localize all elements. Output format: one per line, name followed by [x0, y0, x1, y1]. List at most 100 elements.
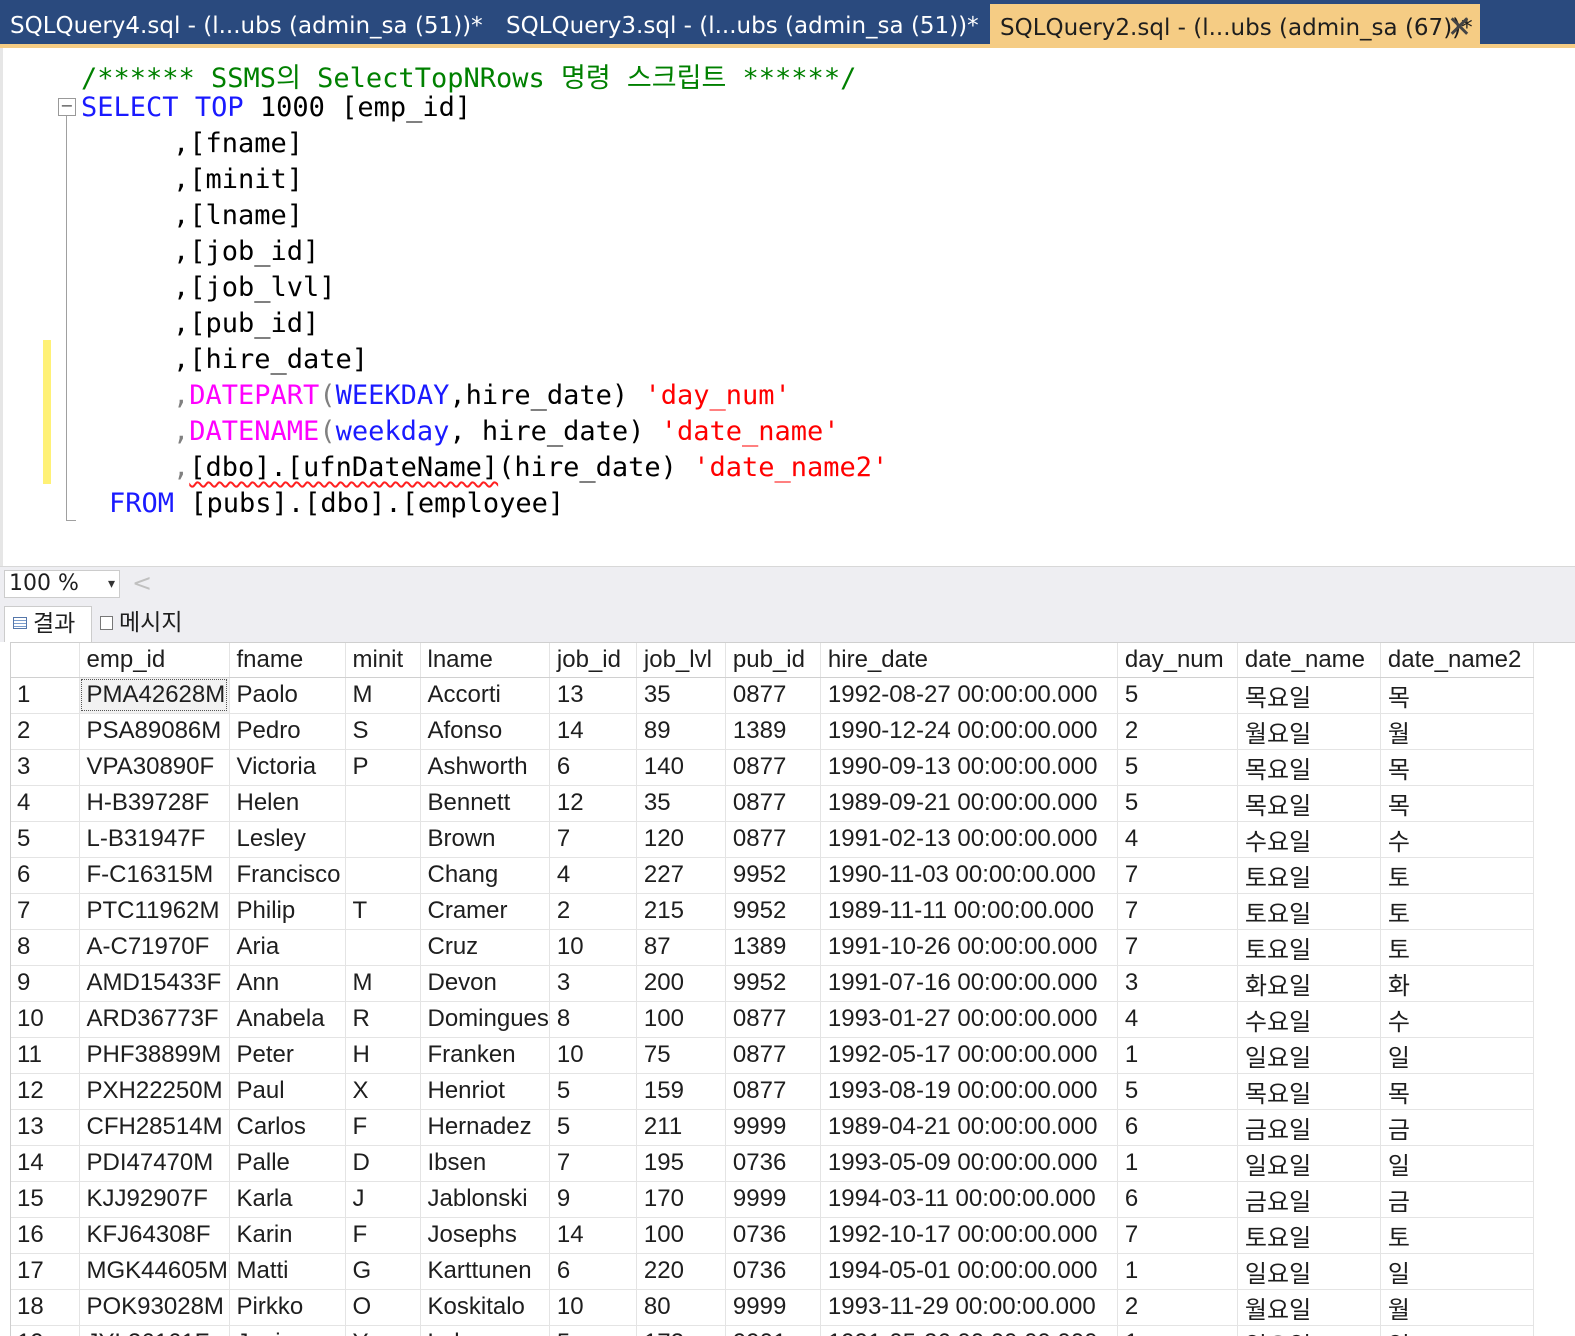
cell-emp-id[interactable]: PHF38899M: [79, 1037, 230, 1074]
cell-date-name[interactable]: 토요일: [1237, 857, 1381, 894]
cell-day-num[interactable]: 7: [1117, 1217, 1238, 1254]
cell-date-name2[interactable]: 일: [1380, 1037, 1534, 1074]
cell-minit[interactable]: [345, 857, 421, 894]
cell-job-lvl[interactable]: 140: [636, 749, 726, 786]
cell-job-id[interactable]: 13: [549, 677, 637, 714]
row-number[interactable]: 2: [11, 713, 80, 750]
cell-date-name2[interactable]: 토: [1380, 1217, 1534, 1254]
cell-job-id[interactable]: 12: [549, 785, 637, 822]
cell-day-num[interactable]: 3: [1117, 965, 1238, 1002]
row-number[interactable]: 4: [11, 785, 80, 822]
cell-emp-id[interactable]: L-B31947F: [79, 821, 230, 858]
table-row[interactable]: 12 PXH22250M Paul X Henriot 5 159 0877 1993-08-1…: [11, 1073, 1534, 1110]
cell-lname[interactable]: Franken: [420, 1037, 550, 1074]
cell-minit[interactable]: O: [345, 1289, 421, 1326]
cell-emp-id[interactable]: H-B39728F: [79, 785, 230, 822]
table-row[interactable]: 13 CFH28514M Carlos F Hernadez 5 211 9999 1989-0…: [11, 1109, 1534, 1146]
cell-hire-date[interactable]: 1994-05-01 00:00:00.000: [820, 1253, 1118, 1290]
cell-job-lvl[interactable]: 80: [636, 1289, 726, 1326]
cell-hire-date[interactable]: 1994-03-11 00:00:00.000: [820, 1181, 1118, 1218]
cell-pub-id[interactable]: 9901: [725, 1325, 821, 1336]
cell-job-lvl[interactable]: 195: [636, 1145, 726, 1182]
cell-fname[interactable]: Pirkko: [229, 1289, 346, 1326]
cell-minit[interactable]: S: [345, 713, 421, 750]
cell-fname[interactable]: Helen: [229, 785, 346, 822]
cell-date-name[interactable]: 토요일: [1237, 893, 1381, 930]
tab-messages[interactable]: 메시지: [92, 606, 196, 642]
cell-job-id[interactable]: 5: [549, 1325, 637, 1336]
cell-day-num[interactable]: 6: [1117, 1181, 1238, 1218]
table-row[interactable]: 1 PMA42628M Paolo M Accorti 13 35 0877 1992-08-2…: [11, 677, 1534, 714]
row-number[interactable]: 7: [11, 893, 80, 930]
cell-pub-id[interactable]: 0877: [725, 1073, 821, 1110]
cell-job-id[interactable]: 14: [549, 713, 637, 750]
cell-day-num[interactable]: 4: [1117, 821, 1238, 858]
cell-minit[interactable]: R: [345, 1001, 421, 1038]
cell-day-num[interactable]: 1: [1117, 1325, 1238, 1336]
tab-sqlquery3[interactable]: SQLQuery3.sql - (l...ubs (admin_sa (51))…: [496, 0, 986, 48]
cell-lname[interactable]: Domingues: [420, 1001, 550, 1038]
cell-job-lvl[interactable]: 89: [636, 713, 726, 750]
row-number[interactable]: 5: [11, 821, 80, 858]
cell-pub-id[interactable]: 1389: [725, 713, 821, 750]
row-number[interactable]: 18: [11, 1289, 80, 1326]
cell-pub-id[interactable]: 0877: [725, 785, 821, 822]
table-row[interactable]: 11 PHF38899M Peter H Franken 10 75 0877 1992-05-…: [11, 1037, 1534, 1074]
column-header-job-id[interactable]: job_id: [549, 643, 637, 678]
cell-date-name2[interactable]: 목: [1380, 1073, 1534, 1110]
column-header-job-lvl[interactable]: job_lvl: [636, 643, 726, 678]
cell-minit[interactable]: M: [345, 677, 421, 714]
cell-lname[interactable]: Karttunen: [420, 1253, 550, 1290]
cell-fname[interactable]: Paul: [229, 1073, 346, 1110]
cell-minit[interactable]: T: [345, 893, 421, 930]
cell-hire-date[interactable]: 1990-11-03 00:00:00.000: [820, 857, 1118, 894]
cell-job-lvl[interactable]: 220: [636, 1253, 726, 1290]
cell-pub-id[interactable]: 1389: [725, 929, 821, 966]
cell-hire-date[interactable]: 1991-07-16 00:00:00.000: [820, 965, 1118, 1002]
cell-job-lvl[interactable]: 170: [636, 1181, 726, 1218]
cell-date-name[interactable]: 수요일: [1237, 1001, 1381, 1038]
cell-minit[interactable]: D: [345, 1145, 421, 1182]
cell-hire-date[interactable]: 1989-04-21 00:00:00.000: [820, 1109, 1118, 1146]
cell-job-lvl[interactable]: 172: [636, 1325, 726, 1336]
cell-job-id[interactable]: 14: [549, 1217, 637, 1254]
cell-date-name2[interactable]: 토: [1380, 929, 1534, 966]
cell-job-lvl[interactable]: 120: [636, 821, 726, 858]
cell-date-name[interactable]: 일요일: [1237, 1253, 1381, 1290]
column-header-date-name[interactable]: date_name: [1237, 643, 1381, 678]
cell-day-num[interactable]: 5: [1117, 1073, 1238, 1110]
row-number[interactable]: 19: [11, 1325, 80, 1336]
cell-emp-id[interactable]: POK93028M: [79, 1289, 230, 1326]
cell-lname[interactable]: Cramer: [420, 893, 550, 930]
cell-job-lvl[interactable]: 227: [636, 857, 726, 894]
cell-pub-id[interactable]: 0877: [725, 821, 821, 858]
sql-editor[interactable]: − /****** SSMS의 SelectTopNRows 명령 스크립트 *…: [0, 48, 1575, 566]
cell-day-num[interactable]: 4: [1117, 1001, 1238, 1038]
table-row[interactable]: 2 PSA89086M Pedro S Afonso 14 89 1389 1990-12-24…: [11, 713, 1534, 750]
table-row[interactable]: 18 POK93028M Pirkko O Koskitalo 10 80 9999 1993-…: [11, 1289, 1534, 1326]
cell-lname[interactable]: Josephs: [420, 1217, 550, 1254]
cell-emp-id[interactable]: KFJ64308F: [79, 1217, 230, 1254]
row-number[interactable]: 1: [11, 677, 80, 714]
cell-minit[interactable]: P: [345, 749, 421, 786]
cell-minit[interactable]: G: [345, 1253, 421, 1290]
column-header-emp-id[interactable]: emp_id: [79, 643, 230, 678]
cell-emp-id[interactable]: ARD36773F: [79, 1001, 230, 1038]
cell-date-name[interactable]: 목요일: [1237, 1073, 1381, 1110]
cell-job-id[interactable]: 7: [549, 1145, 637, 1182]
cell-emp-id[interactable]: KJJ92907F: [79, 1181, 230, 1218]
cell-date-name2[interactable]: 목: [1380, 785, 1534, 822]
table-row[interactable]: 6 F-C16315M Francisco Chang 4 227 9952 1990-11-…: [11, 857, 1534, 894]
row-number[interactable]: 11: [11, 1037, 80, 1074]
table-row[interactable]: 3 VPA30890F Victoria P Ashworth 6 140 0877 1990-…: [11, 749, 1534, 786]
cell-fname[interactable]: Philip: [229, 893, 346, 930]
table-row[interactable]: 8 A-C71970F Aria Cruz 10 87 1389 1991-10-26 00:…: [11, 929, 1534, 966]
column-header-lname[interactable]: lname: [420, 643, 550, 678]
cell-pub-id[interactable]: 9999: [725, 1109, 821, 1146]
cell-emp-id[interactable]: VPA30890F: [79, 749, 230, 786]
cell-minit[interactable]: [345, 821, 421, 858]
cell-lname[interactable]: Afonso: [420, 713, 550, 750]
column-header-pub-id[interactable]: pub_id: [725, 643, 821, 678]
cell-pub-id[interactable]: 9952: [725, 965, 821, 1002]
cell-date-name[interactable]: 금요일: [1237, 1181, 1381, 1218]
